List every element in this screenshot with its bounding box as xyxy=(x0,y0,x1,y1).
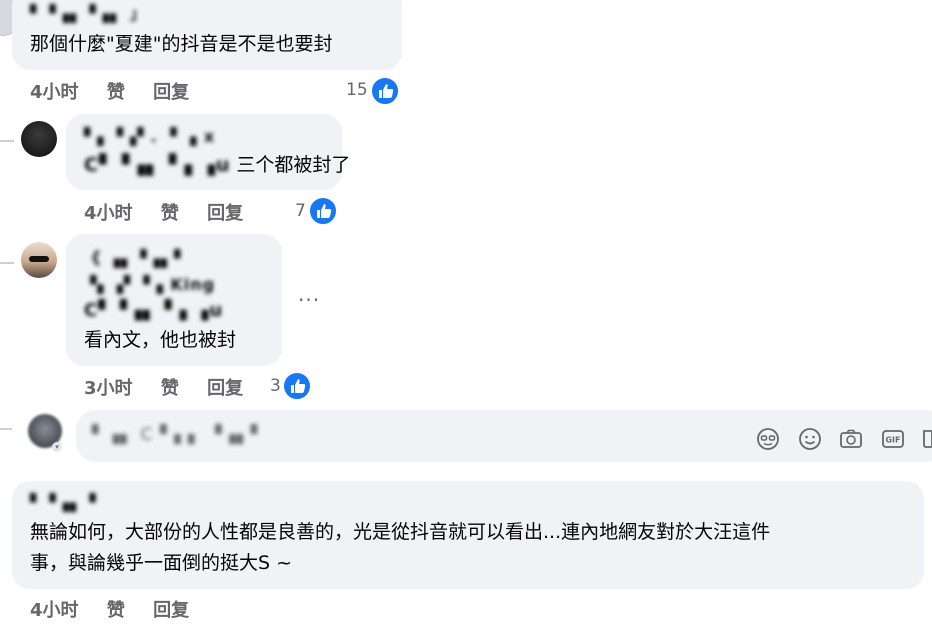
comment-2-reply-button[interactable]: 回复 xyxy=(207,203,243,224)
comment-1-time[interactable]: 4小时 xyxy=(30,82,79,103)
comment-2-body: 三个都被封了 xyxy=(236,154,351,176)
comment-1-like-button[interactable]: 赞 xyxy=(107,82,125,103)
comment-4-like-button[interactable]: 赞 xyxy=(107,600,125,621)
comment-4-text-line-1: 無論如何，大部份的人性都是良善的，光是從抖音就可以看出...連內地網友對於大汪這… xyxy=(30,521,771,543)
comment-2-avatar[interactable] xyxy=(21,121,57,157)
gif-icon[interactable]: GIF xyxy=(880,426,906,452)
sunglasses-icon xyxy=(29,256,49,262)
svg-text:GIF: GIF xyxy=(885,436,900,445)
comment-2-author[interactable]: ▘▖▝▗▘. ▝ ▗ x xyxy=(84,127,215,146)
comment-4-text-line-2: 事，與論幾乎一面倒的挺大S ~ xyxy=(30,552,293,574)
comment-1-bubble: ▘▝▗▖▝▗▖ 」 那個什麼"夏建"的抖音是不是也要封 xyxy=(12,0,402,70)
comment-2-text: C▘▝▗▖▝ ▖▗u 三个都被封了 xyxy=(84,150,350,180)
comment-1-actions: 4小时 赞 回复 xyxy=(30,78,211,104)
comment-3-mention[interactable]: C▘▝▗▖▝ ▖▗u xyxy=(84,300,223,321)
comment-4-reply-button[interactable]: 回复 xyxy=(153,600,189,621)
comment-3-time[interactable]: 3小时 xyxy=(84,378,133,399)
comment-2-mention[interactable]: C▘▝▗▖▝ ▖▗u xyxy=(84,154,230,176)
comment-3-author-line-1[interactable]: 《 ▗▖▝▗▖▘ xyxy=(84,245,187,269)
smiley-icon[interactable] xyxy=(797,426,823,452)
thread-connector xyxy=(0,428,12,430)
camera-icon[interactable] xyxy=(838,426,864,452)
comment-4-actions: 4小时 赞 回复 xyxy=(30,596,211,622)
comment-2-bubble: ▘▖▝▗▘. ▝ ▗ x C▘▝▗▖▝ ▖▗u 三个都被封了 xyxy=(66,114,350,190)
emoji-icon[interactable] xyxy=(755,426,781,452)
comment-3-reply-button[interactable]: 回复 xyxy=(207,378,243,399)
comment-3-like-count[interactable]: 3 xyxy=(270,376,281,396)
comment-4-author[interactable]: ▘▝▗▖▝ xyxy=(30,493,97,512)
comment-1-text: 那個什麼"夏建"的抖音是不是也要封 xyxy=(30,33,333,55)
comment-1-reply-button[interactable]: 回复 xyxy=(153,82,189,103)
comment-3-author-line-2[interactable]: ▝▖▗▘▝▗ King xyxy=(84,275,215,294)
comment-3-more-button[interactable]: ··· xyxy=(298,288,320,312)
comment-3-like-button[interactable]: 赞 xyxy=(161,378,179,399)
comment-1-like-count[interactable]: 15 xyxy=(346,80,368,100)
comment-2-actions: 4小时 赞 回复 xyxy=(84,199,265,225)
thread-connector xyxy=(0,140,14,142)
thread-connector xyxy=(0,262,14,264)
comment-3-text: 看內文，他也被封 xyxy=(84,329,237,351)
like-icon[interactable] xyxy=(282,371,312,401)
comment-3-avatar[interactable] xyxy=(21,242,57,278)
comment-2-time[interactable]: 4小时 xyxy=(84,203,133,224)
avatar-dropdown-icon[interactable]: ▾ xyxy=(52,442,62,452)
sticker-icon[interactable] xyxy=(921,426,932,452)
reply-input-placeholder: ▘▗▖ C▝▗ ▖ ▝▗▖▘ xyxy=(92,425,265,445)
comment-3-bubble: 《 ▗▖▝▗▖▘ ▝▖▗▘▝▗ King C▘▝▗▖▝ ▖▗u 看內文，他也被封 xyxy=(66,234,282,366)
comment-2-like-count[interactable]: 7 xyxy=(295,201,306,221)
comment-3-actions: 3小时 赞 回复 xyxy=(84,374,265,400)
comment-4-bubble: ▘▝▗▖▝ 無論如何，大部份的人性都是良善的，光是從抖音就可以看出...連內地網… xyxy=(12,481,924,589)
comment-4-time[interactable]: 4小时 xyxy=(30,600,79,621)
comment-1-author[interactable]: ▘▝▗▖▝▗▖ 」 xyxy=(30,0,147,24)
comment-2-like-button[interactable]: 赞 xyxy=(161,203,179,224)
like-icon[interactable] xyxy=(370,76,400,106)
like-icon[interactable] xyxy=(308,196,338,226)
